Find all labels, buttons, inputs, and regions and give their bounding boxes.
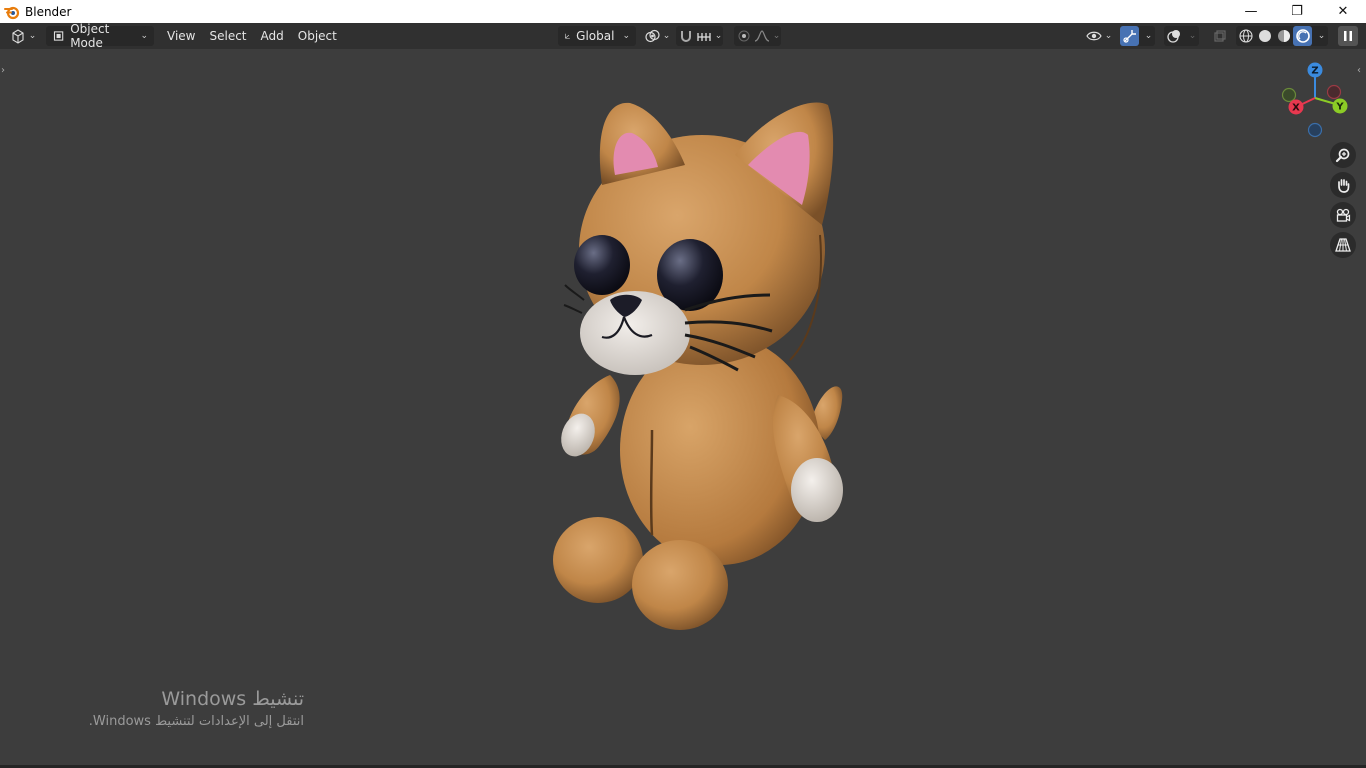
chevron-down-icon: ⌄	[1317, 31, 1326, 41]
perspective-toggle-button[interactable]	[1330, 232, 1356, 258]
overlay-toggle[interactable]	[1164, 26, 1183, 46]
gizmo-x-label: X	[1292, 103, 1300, 114]
eye-icon	[1086, 31, 1102, 41]
windows-activation-subtitle: انتقل إلى الإعدادات لتنشيط Windows.	[88, 714, 304, 729]
orientation-label: Global	[576, 29, 615, 43]
proportional-editing-toggle[interactable]	[734, 26, 753, 46]
minimize-button[interactable]: —	[1228, 0, 1274, 23]
rendered-sphere-icon	[1295, 29, 1310, 43]
pause-bars-icon	[1344, 31, 1352, 41]
shading-rendered[interactable]	[1293, 26, 1312, 46]
snap-increment-icon	[697, 33, 711, 41]
chevron-down-icon: ⌄	[1188, 31, 1197, 41]
chevron-down-icon: ⌄	[772, 31, 781, 41]
gizmo-neg-x-icon[interactable]	[1326, 84, 1342, 100]
proportional-editing-icon	[738, 30, 749, 42]
plush-cat-model[interactable]	[540, 95, 860, 640]
chevron-down-icon: ⌄	[714, 31, 723, 41]
wireframe-sphere-icon	[1238, 29, 1253, 43]
gizmo-toggle[interactable]	[1120, 26, 1139, 46]
overlays-icon	[1166, 30, 1180, 43]
menu-view[interactable]: View	[160, 26, 202, 46]
gizmo-group: ⌄	[1120, 26, 1155, 46]
viewport-header: ⌄ Object Mode ⌄ View Select Add Object G…	[0, 22, 1366, 50]
shading-group: ⌄	[1236, 26, 1328, 46]
chevron-down-icon: ⌄	[1104, 31, 1113, 41]
overlay-dropdown[interactable]: ⌄	[1183, 26, 1199, 46]
zoom-button[interactable]	[1330, 142, 1356, 168]
chevron-down-icon: ⌄	[1144, 31, 1153, 41]
zoom-magnifier-icon	[1335, 148, 1350, 163]
gizmo-icon	[1122, 30, 1136, 43]
gizmo-neg-y-icon[interactable]	[1281, 87, 1297, 103]
object-mode-icon	[53, 31, 64, 41]
falloff-curve-icon	[754, 30, 769, 42]
xray-toggle[interactable]	[1210, 26, 1230, 46]
camera-icon	[1336, 208, 1351, 222]
menu-object[interactable]: Object	[291, 26, 344, 46]
window-controls: — ❐ ✕	[1228, 0, 1366, 23]
hand-icon	[1338, 179, 1350, 193]
menu-select[interactable]: Select	[202, 26, 253, 46]
gizmo-z-label: Z	[1311, 66, 1318, 77]
pivot-point-icon	[645, 29, 660, 43]
sidebar-toggle[interactable]	[1338, 26, 1358, 46]
transform-orientation-dropdown[interactable]: Global ⌄	[558, 26, 636, 46]
orientation-global-icon	[565, 33, 570, 39]
restore-button[interactable]: ❐	[1274, 0, 1320, 23]
chevron-down-icon: ⌄	[662, 31, 671, 41]
snap-target-dropdown[interactable]: ⌄	[695, 26, 723, 46]
sidebar-expand-arrow-icon[interactable]: ‹	[1357, 65, 1361, 76]
toolbar-expand-arrow-icon[interactable]: ›	[1, 65, 5, 76]
snapping-group: ⌄	[676, 26, 723, 46]
close-button[interactable]: ✕	[1320, 0, 1366, 23]
navigation-gizmo[interactable]: Z Y X	[1276, 58, 1354, 142]
windows-activation-title: تنشيط Windows	[161, 688, 304, 710]
pan-button[interactable]	[1330, 172, 1356, 198]
gizmo-y-label: Y	[1335, 102, 1344, 113]
shading-solid[interactable]	[1255, 26, 1274, 46]
camera-view-button[interactable]	[1330, 202, 1356, 228]
proportional-editing-group: ⌄	[734, 26, 781, 46]
mode-label: Object Mode	[70, 22, 110, 50]
menu-add[interactable]: Add	[254, 26, 291, 46]
shading-material[interactable]	[1274, 26, 1293, 46]
editor-type-button[interactable]: ⌄	[8, 26, 38, 46]
header-menus: View Select Add Object	[160, 26, 344, 46]
gizmo-neg-z-icon[interactable]	[1307, 122, 1323, 138]
material-sphere-icon	[1277, 30, 1290, 42]
mode-dropdown[interactable]: Object Mode ⌄	[46, 22, 154, 50]
3d-viewport-icon	[12, 29, 24, 44]
chevron-down-icon: ⌄	[28, 31, 37, 41]
magnet-icon	[680, 31, 691, 42]
solid-sphere-icon	[1258, 30, 1271, 42]
perspective-grid-icon	[1335, 238, 1351, 252]
shading-wireframe[interactable]	[1236, 26, 1255, 46]
pivot-point-dropdown[interactable]: ⌄	[642, 26, 672, 46]
chevron-down-icon: ⌄	[622, 31, 630, 41]
chevron-down-icon: ⌄	[140, 31, 148, 41]
blender-logo-icon	[4, 6, 20, 19]
gizmo-dropdown[interactable]: ⌄	[1139, 26, 1155, 46]
snap-toggle[interactable]	[676, 26, 695, 46]
title-bar: Blender — ❐ ✕	[0, 0, 1366, 23]
falloff-dropdown[interactable]: ⌄	[753, 26, 781, 46]
window-title: Blender	[25, 4, 72, 19]
xray-icon	[1214, 30, 1226, 42]
shading-dropdown[interactable]: ⌄	[1312, 26, 1328, 46]
overlay-group: ⌄	[1164, 26, 1199, 46]
visibility-dropdown[interactable]: ⌄	[1084, 26, 1114, 46]
